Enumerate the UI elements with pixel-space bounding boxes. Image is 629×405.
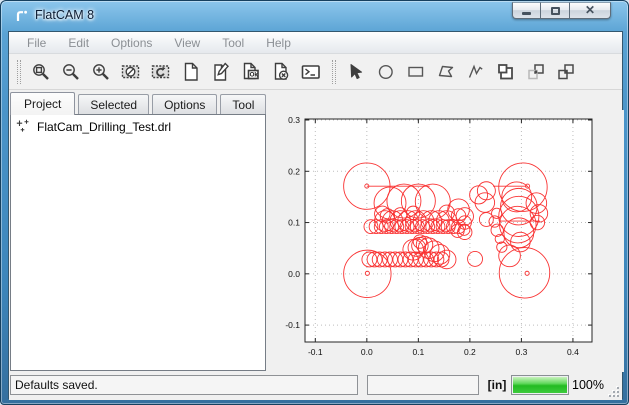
shell-button[interactable]	[298, 59, 323, 85]
zoom-in-icon	[91, 62, 111, 82]
progress-bar	[511, 375, 569, 395]
zoom-in-button[interactable]	[88, 59, 113, 85]
zoom-out-button[interactable]	[58, 59, 83, 85]
minimize-icon	[522, 12, 531, 15]
polygon-intersection-button[interactable]	[523, 59, 548, 85]
polygon-union-button[interactable]	[493, 59, 518, 85]
rectangle-shape-icon	[406, 62, 426, 82]
replot-button[interactable]	[148, 59, 173, 85]
menu-bar: File Edit Options View Tool Help	[9, 32, 622, 54]
maximize-icon	[551, 7, 560, 15]
tab-selected[interactable]: Selected	[78, 94, 149, 114]
svg-text:-0.1: -0.1	[308, 347, 323, 357]
project-tree[interactable]: FlatCam_Drilling_Test.drl	[10, 114, 266, 371]
units-label: [in]	[483, 375, 511, 395]
edit-file-icon	[211, 62, 231, 82]
draw-polyline-button[interactable]	[463, 59, 488, 85]
intersection-icon	[526, 62, 546, 82]
progress-percent-label: 100%	[572, 375, 604, 395]
title-bar[interactable]: FlatCAM 8 ✕	[1, 1, 628, 31]
svg-text:0.1: 0.1	[412, 347, 424, 357]
plot-svg[interactable]: -0.1 0.0 0.1 0.2 0.3 0.4 -0.1 0.0 0.1 0.2 0.3	[268, 110, 624, 372]
open-project-button[interactable]	[208, 59, 233, 85]
svg-text:0.1: 0.1	[288, 218, 300, 228]
zoom-out-icon	[61, 62, 81, 82]
delete-file-icon	[271, 62, 291, 82]
window-title: FlatCAM 8	[35, 1, 94, 30]
svg-text:0.0: 0.0	[361, 347, 373, 357]
tree-item-drill-file[interactable]: FlatCam_Drilling_Test.drl	[11, 115, 265, 134]
draw-rectangle-button[interactable]	[403, 59, 428, 85]
terminal-icon	[301, 62, 321, 82]
flatcam-logo-icon	[14, 8, 30, 24]
resize-grip-icon[interactable]	[609, 387, 619, 397]
toolbar-drag-handle[interactable]	[332, 60, 336, 84]
menu-options[interactable]: Options	[100, 32, 163, 54]
polygon-subtraction-button[interactable]	[553, 59, 578, 85]
maximize-button[interactable]	[541, 2, 570, 19]
svg-text:-0.1: -0.1	[285, 320, 300, 330]
clear-plot-button[interactable]	[118, 59, 143, 85]
menu-view[interactable]: View	[163, 32, 211, 54]
app-window: FlatCAM 8 ✕ File Edit Options View Tool …	[0, 0, 629, 405]
tab-bar: Project Selected Options Tool	[10, 91, 269, 114]
menu-edit[interactable]: Edit	[57, 32, 100, 54]
svg-text:0.4: 0.4	[567, 347, 579, 357]
tree-item-label: FlatCam_Drilling_Test.drl	[37, 120, 171, 134]
delete-object-button[interactable]	[268, 59, 293, 85]
tab-tool[interactable]: Tool	[220, 94, 266, 114]
menu-tool[interactable]: Tool	[211, 32, 255, 54]
svg-text:Ok: Ok	[249, 71, 258, 78]
minimize-button[interactable]	[512, 2, 541, 19]
new-file-icon	[181, 62, 201, 82]
status-message: Defaults saved.	[10, 375, 358, 395]
toolbar-drag-handle[interactable]	[17, 60, 21, 84]
draw-circle-button[interactable]	[373, 59, 398, 85]
toolbar: Ok	[9, 54, 622, 90]
select-tool-button[interactable]	[343, 59, 368, 85]
status-aux-field	[367, 375, 479, 395]
polyline-shape-icon	[466, 62, 486, 82]
save-project-button[interactable]: Ok	[238, 59, 263, 85]
tab-options[interactable]: Options	[152, 94, 217, 114]
status-bar: Defaults saved. [in] 100%	[9, 372, 622, 400]
tab-project[interactable]: Project	[10, 92, 75, 115]
zoom-fit-icon	[31, 62, 51, 82]
close-icon: ✕	[585, 3, 595, 18]
window-content: File Edit Options View Tool Help	[8, 31, 623, 399]
close-button[interactable]: ✕	[570, 2, 611, 19]
draw-polygon-button[interactable]	[433, 59, 458, 85]
svg-text:0.2: 0.2	[288, 166, 300, 176]
svg-text:0.0: 0.0	[288, 269, 300, 279]
drill-marks-icon	[16, 119, 31, 134]
menu-help[interactable]: Help	[255, 32, 302, 54]
clear-plot-icon	[121, 62, 141, 82]
new-project-button[interactable]	[178, 59, 203, 85]
ok-file-icon: Ok	[241, 62, 261, 82]
window-controls: ✕	[512, 2, 611, 19]
replot-icon	[151, 62, 171, 82]
progress-fill	[513, 377, 567, 393]
polygon-shape-icon	[436, 62, 456, 82]
cursor-icon	[346, 62, 366, 82]
svg-text:0.2: 0.2	[464, 347, 476, 357]
zoom-fit-button[interactable]	[28, 59, 53, 85]
svg-text:0.3: 0.3	[515, 347, 527, 357]
circle-shape-icon	[376, 62, 396, 82]
subtraction-icon	[556, 62, 576, 82]
menu-file[interactable]: File	[16, 32, 57, 54]
svg-text:0.3: 0.3	[288, 115, 300, 125]
union-icon	[496, 62, 516, 82]
